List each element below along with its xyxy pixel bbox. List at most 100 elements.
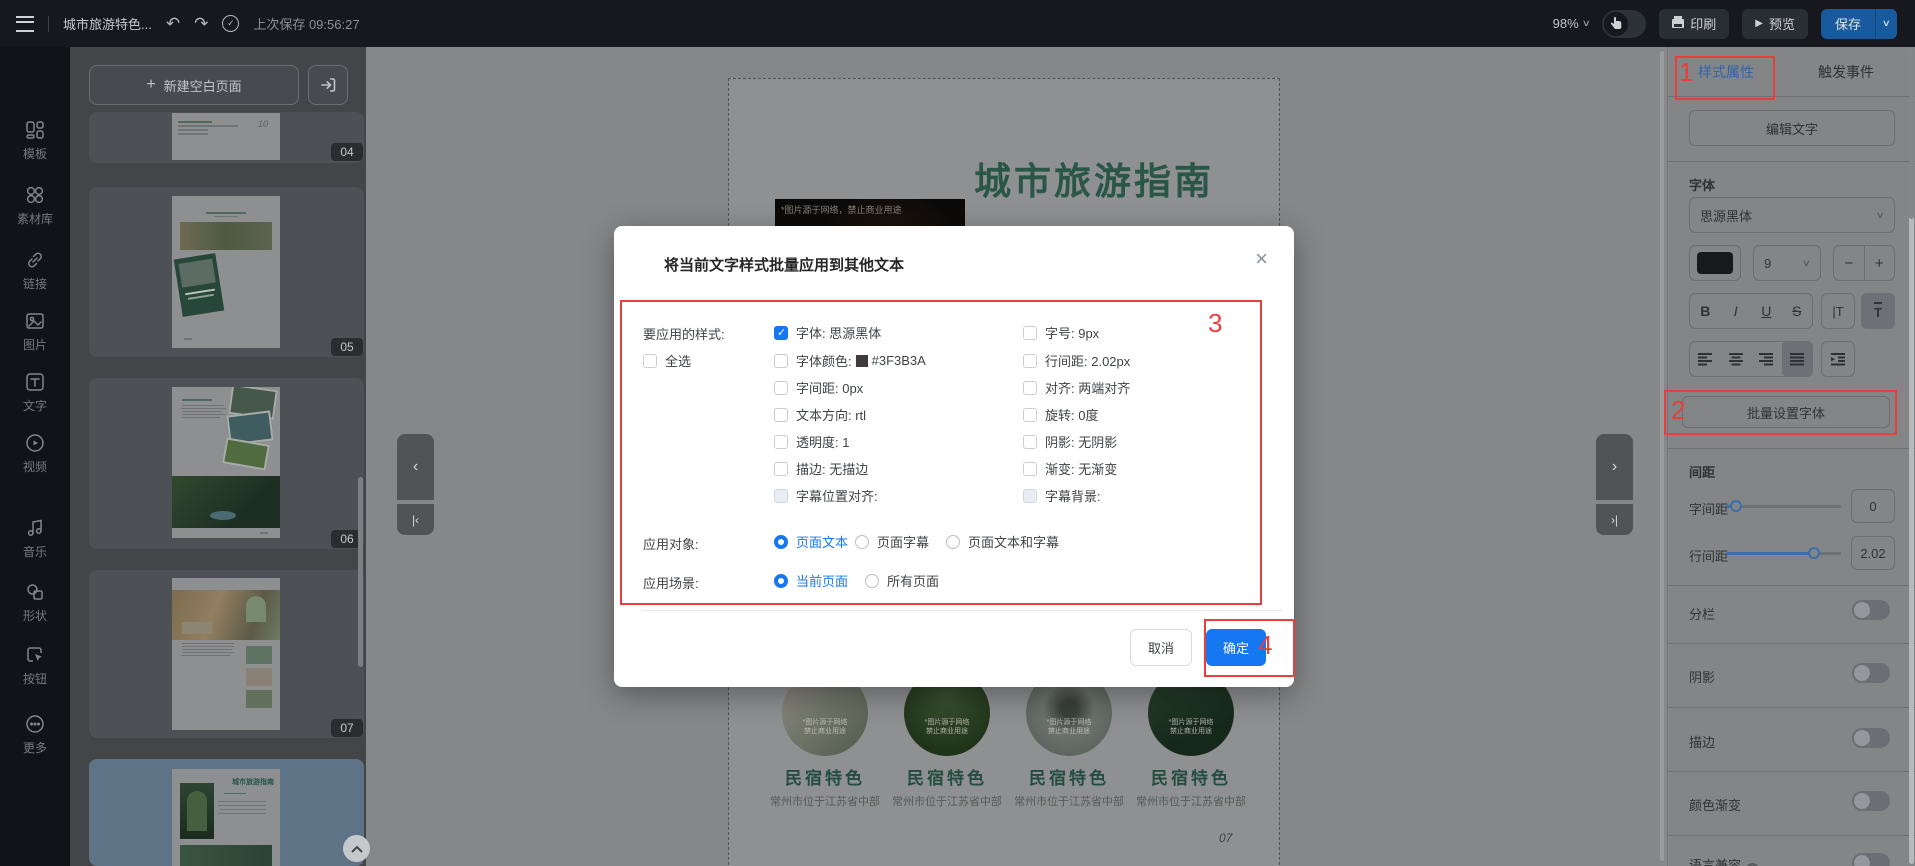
stroke-toggle[interactable] [1852,728,1890,748]
scroll-to-top-button[interactable] [343,835,370,862]
batch-set-font-button[interactable]: 批量设置字体 [1682,396,1890,428]
cancel-button[interactable]: 取消 [1130,629,1192,666]
redo-icon[interactable]: ↷ [194,15,208,32]
checkbox-icon[interactable] [774,408,788,422]
tab-style-properties[interactable]: 样式属性 [1698,57,1754,87]
homestay-card[interactable]: *图片源于网络禁止商业用途 民宿特色 常州市位于江苏省中部 [1131,670,1251,809]
sidebar-item-video[interactable]: 视频 [0,432,70,475]
style-option-shadow[interactable]: 阴影: 无阴影 [1023,432,1117,451]
preview-button[interactable]: ▶ 预览 [1742,9,1808,39]
checkbox-icon[interactable] [774,489,788,503]
import-page-button[interactable] [308,65,348,105]
style-option-stroke[interactable]: 描边: 无描边 [774,459,868,478]
sidebar-item-template[interactable]: 模板 [0,119,70,162]
tab-trigger-events[interactable]: 触发事件 [1818,57,1874,87]
panel-scrollbar[interactable] [1909,49,1914,864]
edit-text-button[interactable]: 编辑文字 [1689,110,1895,146]
style-option-letter-spacing[interactable]: 字间距: 0px [774,378,863,397]
language-compat-toggle[interactable] [1852,853,1890,866]
letter-spacing-slider[interactable] [1726,505,1841,508]
checkbox-icon[interactable] [643,354,657,368]
checkbox-icon[interactable] [1023,462,1037,476]
first-page-button[interactable]: |‹ [397,504,434,535]
italic-button[interactable]: I [1721,303,1752,319]
undo-icon[interactable]: ↶ [166,15,180,32]
font-size-select[interactable]: 9 ∨ [1753,245,1821,281]
style-option-line-spacing[interactable]: 行间距: 2.02px [1023,351,1130,370]
checkbox-icon[interactable] [1023,326,1037,340]
font-color-button[interactable] [1689,245,1741,281]
sidebar-item-shape[interactable]: 形状 [0,581,70,624]
font-family-select[interactable]: 思源黑体 ∨ [1689,197,1895,233]
bold-button[interactable]: B [1690,303,1721,319]
checkbox-icon[interactable] [774,462,788,476]
sidebar-item-button[interactable]: 按钮 [0,644,70,687]
style-option-opacity[interactable]: 透明度: 1 [774,432,849,451]
style-option-rotate[interactable]: 旋转: 0度 [1023,405,1098,424]
sidebar-item-more[interactable]: 更多 [0,713,70,756]
decrease-font-button[interactable]: − [1834,246,1865,280]
shadow-toggle[interactable] [1852,663,1890,683]
letter-spacing-knob[interactable] [1730,500,1742,512]
align-justify-button[interactable] [1782,342,1813,376]
radio-icon[interactable] [855,535,869,549]
style-option-font-size[interactable]: 字号: 9px [1023,323,1099,342]
style-option-font-color[interactable]: 字体颜色: #3F3B3A [774,351,926,370]
page-title[interactable]: 城市旅游指南 [974,151,1274,205]
horizontal-text-button[interactable]: T [1861,293,1895,329]
align-center-button[interactable] [1721,342,1752,376]
checkbox-icon[interactable] [774,435,788,449]
page-thumbnail-current[interactable]: 城市旅游指南 [89,759,364,866]
pages-scrollbar[interactable] [358,477,363,667]
underline-button[interactable]: U [1751,303,1782,319]
vertical-text-button[interactable]: |T [1821,293,1855,329]
checkbox-icon[interactable] [1023,408,1037,422]
indent-button[interactable] [1821,341,1855,377]
style-option-align[interactable]: 对齐: 两端对齐 [1023,378,1130,397]
page-thumbnail-04[interactable]: 10 04 [89,112,364,163]
scope-all-pages-radio[interactable]: 所有页面 [865,571,939,590]
avatar[interactable] [1602,10,1646,38]
target-page-subtitle-radio[interactable]: 页面字幕 [855,532,929,551]
radio-icon[interactable] [865,574,879,588]
sidebar-item-text[interactable]: 文字 [0,371,70,414]
save-dropdown-button[interactable]: ∨ [1875,9,1897,39]
new-blank-page-button[interactable]: + 新建空白页面 [89,65,299,105]
checkbox-icon[interactable] [1023,354,1037,368]
strikethrough-button[interactable]: S [1782,303,1813,319]
style-option-gradient[interactable]: 渐变: 无渐变 [1023,459,1117,478]
checkbox-icon[interactable] [1023,381,1037,395]
target-text-and-subtitle-radio[interactable]: 页面文本和字幕 [946,532,1059,551]
style-option-font[interactable]: 字体: 思源黑体 [774,323,881,342]
page-thumbnail-06[interactable]: 06 [89,378,364,549]
checkbox-icon[interactable] [1023,489,1037,503]
style-option-subtitle-align[interactable]: 字幕位置对齐: [774,486,878,505]
radio-selected-icon[interactable] [774,535,788,549]
columns-toggle[interactable] [1852,600,1890,620]
style-option-subtitle-bg[interactable]: 字幕背景: [1023,486,1101,505]
page-thumbnail-07[interactable]: 07 [89,570,364,738]
zoom-control[interactable]: 98% ∨ [1553,16,1590,31]
line-spacing-knob[interactable] [1808,547,1820,559]
align-left-button[interactable] [1690,342,1721,376]
page-thumbnail-05[interactable]: 05 [89,187,364,357]
print-button[interactable]: 印刷 [1659,9,1729,39]
gradient-toggle[interactable] [1852,791,1890,811]
increase-font-button[interactable]: + [1865,246,1895,280]
prev-page-button[interactable]: ‹ [397,434,434,500]
last-page-button[interactable]: ›| [1596,504,1633,535]
line-spacing-value[interactable]: 2.02 [1851,536,1895,570]
save-button[interactable]: 保存 [1821,9,1875,39]
next-page-button[interactable]: › [1596,434,1633,500]
style-option-text-direction[interactable]: 文本方向: rtl [774,405,866,424]
menu-icon[interactable] [16,16,34,32]
radio-selected-icon[interactable] [774,574,788,588]
document-title[interactable]: 城市旅游特色... [63,14,152,33]
confirm-button[interactable]: 确定 [1206,629,1266,666]
radio-icon[interactable] [946,535,960,549]
align-right-button[interactable] [1751,342,1782,376]
checkbox-checked-icon[interactable] [774,326,788,340]
homestay-card[interactable]: *图片源于网络禁止商业用途 民宿特色 常州市位于江苏省中部 [765,670,885,809]
canvas-scrollbar[interactable] [1660,51,1664,861]
sidebar-item-assets[interactable]: 素材库 [0,184,70,227]
